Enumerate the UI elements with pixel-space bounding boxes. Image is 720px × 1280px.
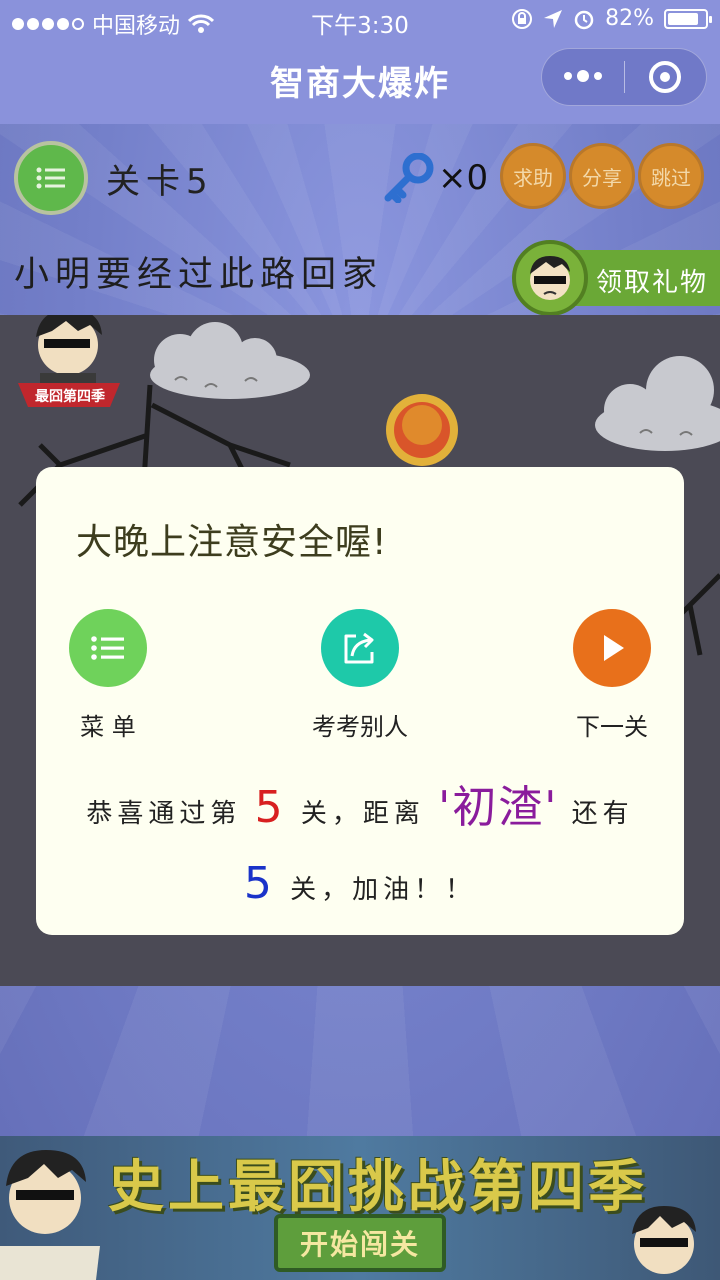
quiz-label: 考考别人 bbox=[312, 713, 408, 741]
key-count: ×0 bbox=[438, 158, 489, 198]
level-row: 关卡5 bbox=[14, 138, 214, 218]
top-bar: 中国移动 下午3:30 82% 智商大爆炸 bbox=[0, 0, 720, 124]
next-circle bbox=[573, 609, 651, 687]
quiz-others-action[interactable]: 考考别人 bbox=[280, 609, 440, 742]
more-menu-button[interactable] bbox=[542, 70, 624, 82]
rank-title: '初渣' bbox=[438, 782, 559, 833]
status-right: 82% bbox=[511, 6, 712, 31]
share-button[interactable]: 分享 bbox=[569, 143, 635, 209]
help-button[interactable]: 求助 bbox=[500, 143, 566, 209]
sticker-label: 最囧第四季 bbox=[35, 388, 105, 405]
key-counter: ×0 bbox=[382, 148, 488, 208]
congrats-line-2: 5 关，加油！！ bbox=[36, 849, 684, 925]
level-menu-button[interactable] bbox=[14, 141, 88, 215]
gift-label: 领取礼物 bbox=[596, 268, 709, 298]
location-icon bbox=[544, 9, 563, 28]
quiz-circle bbox=[321, 609, 399, 687]
list-icon bbox=[36, 167, 65, 189]
sun-icon bbox=[386, 394, 458, 466]
congrats-suffix: 关，加油！！ bbox=[290, 875, 477, 905]
next-level-action[interactable]: 下一关 bbox=[532, 609, 692, 742]
level-number: 5 bbox=[254, 782, 288, 833]
cloud-right-icon bbox=[595, 356, 720, 451]
next-label: 下一关 bbox=[576, 713, 648, 741]
miniprogram-capsule bbox=[541, 48, 707, 106]
list-icon bbox=[91, 636, 124, 660]
congrats-line-1: 恭喜通过第 5 关，距离 '初渣' 还有 bbox=[36, 773, 684, 849]
congrats-message: 恭喜通过第 5 关，距离 '初渣' 还有 5 关，加油！！ bbox=[36, 773, 684, 925]
banner-title: 史上最囧挑战第四季 bbox=[108, 1155, 648, 1220]
congrats-mid2: 还有 bbox=[571, 799, 634, 829]
menu-label: 菜 单 bbox=[80, 713, 136, 741]
cloud-left-icon bbox=[150, 322, 310, 399]
level-label: 关卡5 bbox=[106, 161, 214, 202]
skip-button[interactable]: 跳过 bbox=[638, 143, 704, 209]
question-text: 小明要经过此路回家 bbox=[14, 255, 384, 295]
start-challenge-button[interactable]: 开始闯关 bbox=[274, 1214, 446, 1272]
menu-action[interactable]: 菜 单 bbox=[28, 609, 188, 742]
remaining-number: 5 bbox=[243, 858, 277, 909]
status-bar: 中国移动 下午3:30 82% bbox=[0, 0, 720, 40]
gift-avatar-icon bbox=[512, 240, 588, 316]
battery-fill bbox=[668, 12, 698, 25]
key-icon bbox=[384, 153, 434, 203]
battery-percent: 82% bbox=[605, 6, 654, 31]
play-icon bbox=[604, 635, 624, 661]
share-icon bbox=[344, 632, 374, 664]
target-icon bbox=[649, 61, 682, 93]
banner-character-left-icon bbox=[0, 1150, 100, 1280]
close-miniprogram-button[interactable] bbox=[625, 61, 707, 93]
ad-banner[interactable]: 史上最囧挑战第四季 开始闯关 bbox=[0, 1136, 720, 1280]
alarm-icon bbox=[574, 10, 594, 29]
level-complete-dialog: 大晚上注意安全喔! 菜 单 考考别人 下一关 恭喜通过第 5 关，距离 '初渣'… bbox=[36, 467, 684, 935]
congrats-mid: 关，距离 bbox=[300, 799, 425, 829]
congrats-prefix: 恭喜通过第 bbox=[86, 799, 242, 829]
gift-button[interactable]: 领取礼物 bbox=[512, 240, 720, 316]
dialog-title: 大晚上注意安全喔! bbox=[76, 522, 388, 563]
menu-circle bbox=[69, 609, 147, 687]
battery-icon bbox=[664, 8, 712, 29]
rotation-lock-icon bbox=[512, 8, 533, 29]
